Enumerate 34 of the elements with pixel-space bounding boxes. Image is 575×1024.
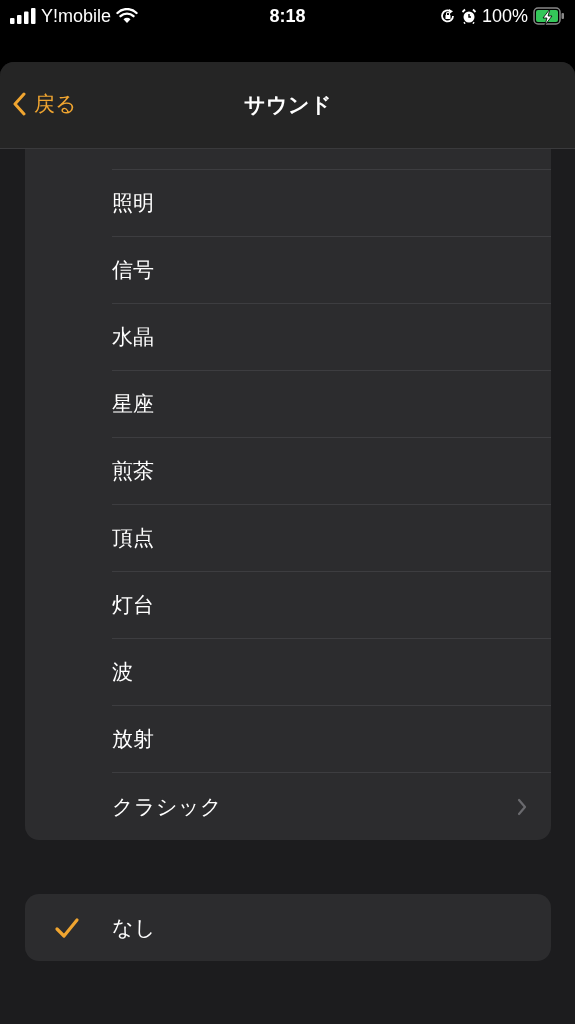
item-label: 灯台: [112, 592, 154, 619]
wifi-icon: [116, 8, 139, 24]
list-item[interactable]: 水晶: [25, 304, 551, 371]
battery-percentage: 100%: [481, 5, 528, 27]
item-label: 水晶: [112, 324, 154, 351]
list-item[interactable]: 放射: [25, 706, 551, 773]
item-label: 信号: [112, 257, 154, 284]
signal-icon: [10, 8, 36, 24]
item-label: 頂点: [112, 525, 154, 552]
item-label: 放射: [112, 726, 154, 753]
list-item[interactable]: 頂点: [25, 505, 551, 572]
list-item[interactable]: 波: [25, 639, 551, 706]
list-item[interactable]: クラシック: [25, 773, 551, 840]
status-time: 8:18: [269, 5, 306, 27]
list-item[interactable]: 星座: [25, 371, 551, 438]
item-label: 星座: [112, 391, 154, 418]
item-label: 照明: [112, 190, 154, 217]
rotation-lock-icon: [439, 8, 456, 24]
item-label: なし: [112, 914, 156, 942]
list-item[interactable]: 信号: [25, 237, 551, 304]
back-button[interactable]: 戻る: [12, 90, 77, 118]
screen-title: サウンド: [243, 92, 332, 119]
chevron-right-icon: [517, 797, 527, 816]
item-label: 波: [112, 659, 133, 686]
item-label: クラシック: [112, 793, 222, 821]
list-item[interactable]: 灯台: [25, 572, 551, 639]
list-item[interactable]: 煎茶: [25, 438, 551, 505]
list-item[interactable]: なし: [25, 894, 551, 961]
carrier-name: Y!mobile: [41, 5, 112, 27]
back-chevron-icon: [12, 92, 26, 116]
checkmark-icon: [53, 916, 80, 939]
alarm-icon: [460, 8, 477, 24]
item-label: 煎茶: [112, 458, 154, 485]
list-item[interactable]: 照明: [25, 170, 551, 237]
